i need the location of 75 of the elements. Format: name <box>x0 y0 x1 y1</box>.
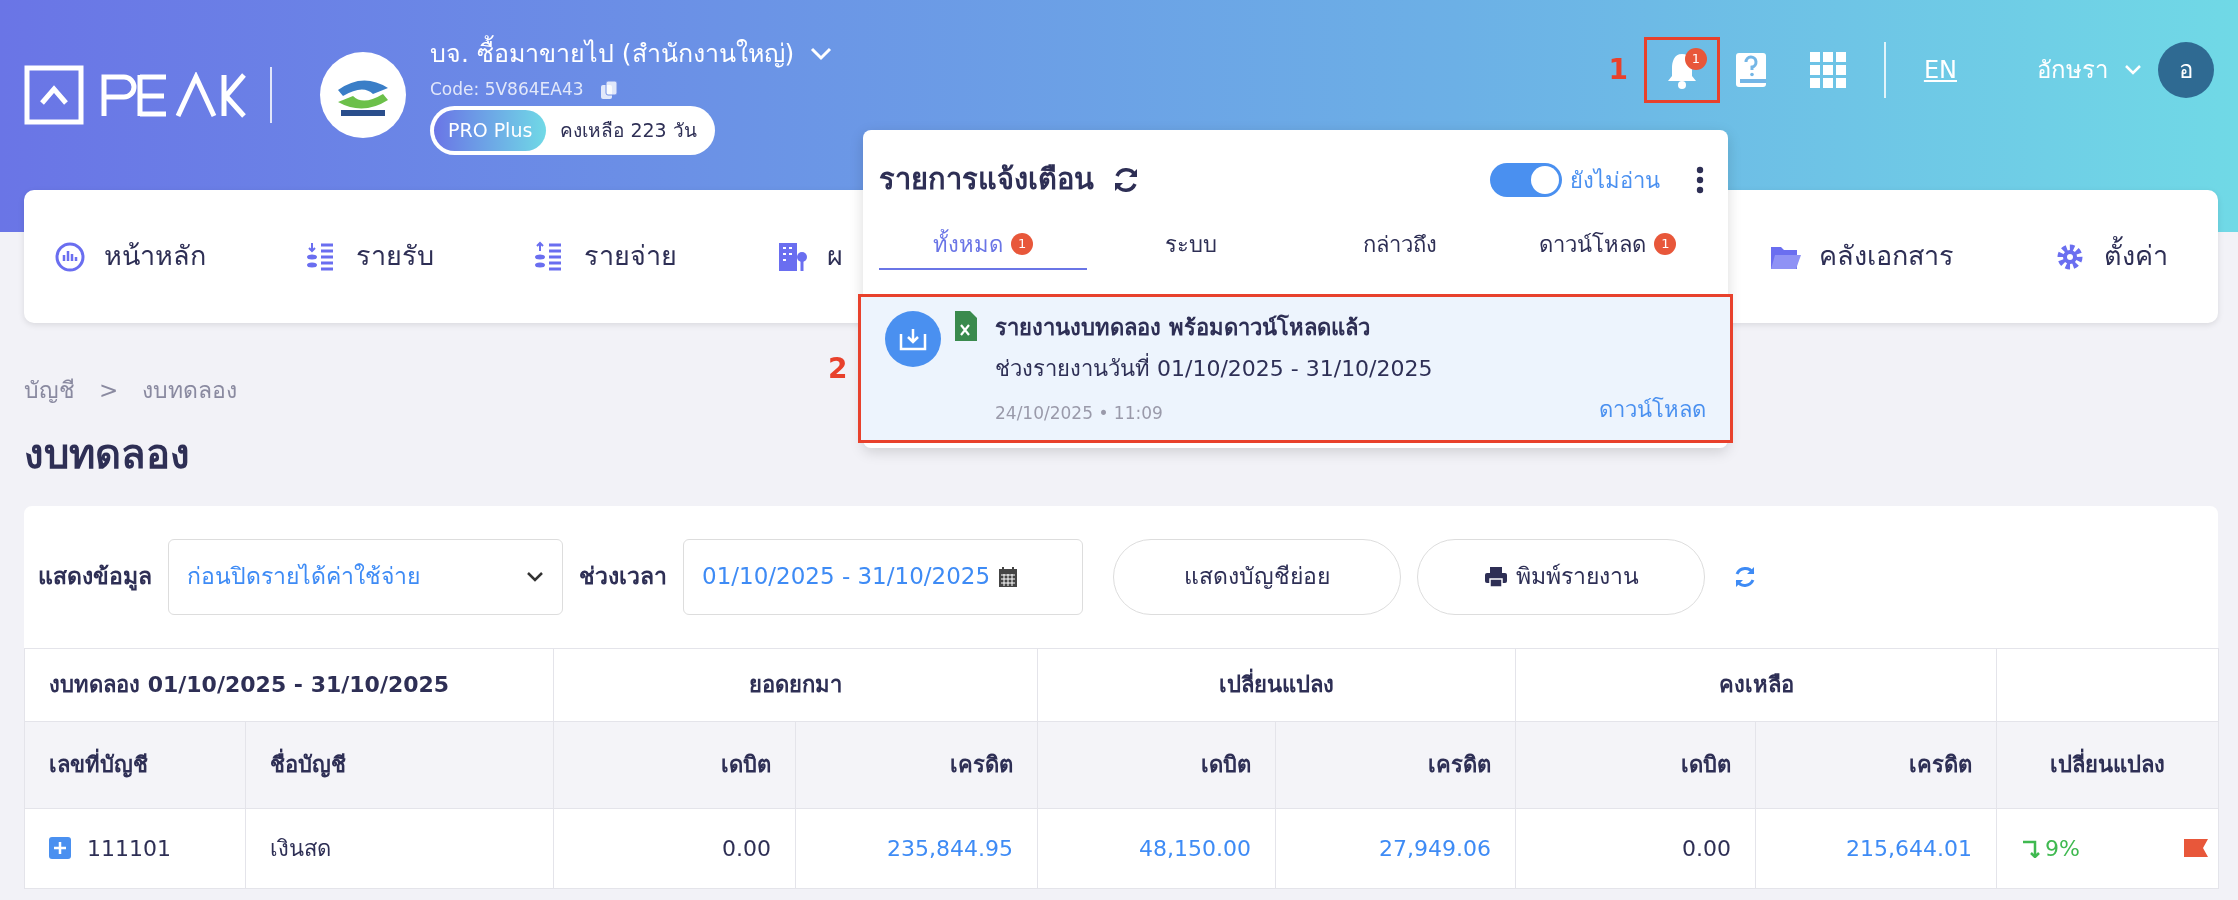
notification-message: ช่วงรายงานวันที่ 01/10/2025 - 31/10/2025 <box>995 352 1706 385</box>
logo-icon <box>24 65 84 125</box>
apps-grid-icon[interactable] <box>1809 52 1846 88</box>
date-range-field[interactable]: 01/10/2025 - 31/10/2025 <box>683 538 1083 615</box>
notification-tab[interactable]: ระบบ <box>1087 220 1296 270</box>
print-button[interactable]: พิมพ์รายงาน <box>1417 538 1705 615</box>
filter-label: แสดงข้อมูล <box>38 562 152 593</box>
column-header: เลขที่บัญชี <box>24 721 246 808</box>
amount-link[interactable]: 48,150.00 <box>1037 808 1276 888</box>
filter-label: ช่วงเวลา <box>579 562 667 592</box>
account-number: 111101 <box>87 834 171 863</box>
annotation-number: 2 <box>828 351 848 387</box>
nav-item[interactable]: ผ <box>777 236 843 277</box>
column-group-header: ยอดยกมา <box>553 648 1038 721</box>
more-vertical-icon[interactable] <box>1696 166 1704 194</box>
column-header: เดบิต <box>1037 721 1276 808</box>
show-subaccounts-button[interactable]: แสดงบัญชีย่อย <box>1113 538 1401 615</box>
breadcrumb-current: งบทดลอง <box>142 376 238 405</box>
column-header: ชื่อบัญชี <box>245 721 554 808</box>
annotation-number: 1 <box>1608 52 1628 88</box>
column-group-header: เปลี่ยนแปลง <box>1037 648 1516 721</box>
company-name: บจ. ซื้อมาขายไป (สำนักงานใหญ่) <box>430 35 795 73</box>
column-group-header: คงเหลือ <box>1515 648 1997 721</box>
display-select[interactable]: ก่อนปิดรายได้ค่าใช้จ่าย <box>168 538 563 615</box>
notification-title: รายงานงบทดลอง พร้อมดาวน์โหลดแล้ว <box>995 313 1371 342</box>
column-header: เครดิต <box>795 721 1038 808</box>
notification-tab[interactable]: ทั้งหมด 1 <box>879 220 1088 270</box>
calendar-icon <box>998 565 1019 588</box>
notification-item[interactable]: รายงานงบทดลอง พร้อมดาวน์โหลดแล้ว ช่วงรายงานวันที่ 01/10/2025 - 31/10/2025 24/10/2025 • 11:09 ดาวน์โหลด <box>861 297 1730 440</box>
chevron-down-icon[interactable] <box>2124 64 2142 76</box>
notification-tab[interactable]: กล่าวถึง <box>1295 220 1504 270</box>
notification-time: 24/10/2025 • 11:09 <box>995 401 1163 425</box>
spreadsheet-file-icon <box>955 311 977 341</box>
amount-link[interactable]: 215,644.01 <box>1755 808 1997 888</box>
panel-title: รายการแจ้งเตือน <box>879 161 1094 199</box>
nav-item[interactable]: รายจ่าย <box>534 236 677 277</box>
chevron-down-icon[interactable] <box>810 47 833 61</box>
column-header: เดบิต <box>1515 721 1756 808</box>
copy-icon[interactable] <box>599 79 618 100</box>
table-cell: 0.00 <box>1515 808 1756 888</box>
download-tray-icon <box>898 326 928 352</box>
unread-toggle[interactable] <box>1490 163 1562 197</box>
toggle-label: ยังไม่อ่าน <box>1570 166 1660 195</box>
table-cell: 0.00 <box>553 808 796 888</box>
plan-badge: PRO Plus <box>434 110 547 151</box>
refresh-icon[interactable] <box>1112 166 1140 194</box>
column-header: เครดิต <box>1275 721 1516 808</box>
user-avatar[interactable]: อ <box>2158 42 2214 98</box>
change-value: 9% <box>2045 834 2080 863</box>
nav-item[interactable]: ตั้งค่า <box>2054 236 2168 277</box>
notification-button[interactable]: 1 <box>1646 40 1717 100</box>
table-cell: เงินสด <box>245 808 554 888</box>
printer-icon <box>1483 565 1508 588</box>
breadcrumb-link[interactable]: บัญชี <box>24 373 75 408</box>
column-header: เดบิต <box>553 721 796 808</box>
amount-link[interactable]: 235,844.95 <box>795 808 1038 888</box>
expand-plus-icon[interactable] <box>49 837 71 859</box>
notification-tab[interactable]: ดาวน์โหลด 1 <box>1503 220 1712 270</box>
plan-remaining: คงเหลือ 223 วัน <box>559 118 698 144</box>
notification-count-badge: 1 <box>1684 48 1707 70</box>
nav-item[interactable]: หน้าหลัก <box>54 236 206 277</box>
chevron-down-icon <box>526 570 544 583</box>
amount-link[interactable]: 27,949.06 <box>1275 808 1516 888</box>
column-header: เปลี่ยนแปลง <box>1996 721 2219 808</box>
flag-icon[interactable] <box>2184 839 2208 857</box>
help-book-icon[interactable] <box>1733 51 1768 89</box>
nav-item[interactable]: คลังเอกสาร <box>1769 236 1954 277</box>
breadcrumb-separator: > <box>99 376 119 405</box>
page-title: งบทดลอง <box>23 429 191 478</box>
table-title: งบทดลอง 01/10/2025 - 31/10/2025 <box>24 648 554 721</box>
column-header: เครดิต <box>1755 721 1997 808</box>
company-code: Code: 5V864EA43 <box>430 77 584 101</box>
nav-item[interactable]: รายรับ <box>306 236 434 277</box>
count-badge: 1 <box>1654 233 1677 255</box>
count-badge: 1 <box>1011 233 1034 255</box>
